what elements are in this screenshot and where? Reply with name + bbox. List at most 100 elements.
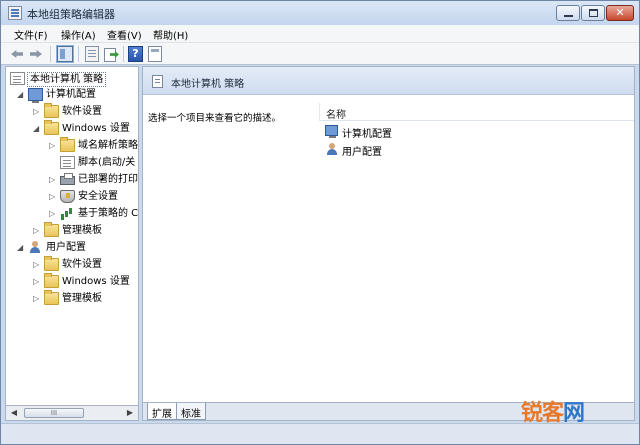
tree-item-label: 管理模板 <box>62 225 102 236</box>
tree-item-label: 已部署的打印 <box>78 174 138 185</box>
menu-action[interactable]: 操作(A) <box>61 27 96 42</box>
list-item-label: 用户配置 <box>342 147 382 158</box>
watermark-part2: 网 <box>563 401 585 426</box>
toolbar-separator <box>123 46 124 62</box>
tree-item-software-settings[interactable]: ▷ 软件设置 <box>6 103 138 120</box>
tree-item-windows-settings[interactable]: ◢ Windows 设置 <box>6 120 138 137</box>
tree-root[interactable]: 本地计算机 策略 <box>6 71 138 87</box>
folder-icon <box>44 120 59 135</box>
tree-item-scripts[interactable]: 脚本(启动/关 <box>6 155 138 171</box>
back-arrow-icon[interactable] <box>9 46 27 62</box>
maximize-button[interactable] <box>581 5 605 21</box>
tree-toggle[interactable]: ▷ <box>33 225 43 237</box>
tree-root-label: 本地计算机 策略 <box>27 72 107 87</box>
items-list[interactable]: 名称 计算机配置 用户配置 <box>319 103 634 402</box>
details-header-title: 本地计算机 策略 <box>171 79 245 90</box>
folder-icon <box>44 222 59 237</box>
tree-item-label: 域名解析策略 <box>78 140 138 151</box>
tree-toggle[interactable]: ▷ <box>49 191 59 203</box>
tree-toggle[interactable]: ▷ <box>33 276 43 288</box>
chart-icon <box>60 207 75 220</box>
toolbar-separator <box>50 46 51 62</box>
minimize-button[interactable] <box>556 5 580 21</box>
close-button[interactable]: ✕ <box>606 5 634 21</box>
column-header-name[interactable]: 名称 <box>319 103 634 121</box>
tree-item-user-windows-settings[interactable]: ▷ Windows 设置 <box>6 273 138 290</box>
show-hide-tree-icon[interactable] <box>56 45 74 63</box>
policy-doc-icon <box>152 75 163 88</box>
tree-item-security-settings[interactable]: ▷ 安全设置 <box>6 189 138 205</box>
tree-item-computer-config[interactable]: ◢ 计算机配置 <box>6 87 138 103</box>
tree-item-user-admin-templates[interactable]: ▷ 管理模板 <box>6 290 138 307</box>
toolbar: ? <box>1 43 639 65</box>
tree-item-deployed-printers[interactable]: ▷ 已部署的打印 <box>6 172 138 188</box>
shield-icon <box>60 190 75 203</box>
tree-item-dns-policy[interactable]: ▷ 域名解析策略 <box>6 137 138 154</box>
app-window: 本地组策略编辑器 ✕ 文件(F) 操作(A) 查看(V) 帮助(H) ? 本地计… <box>0 0 640 445</box>
list-item-user-config[interactable]: 用户配置 <box>323 142 523 158</box>
computer-icon <box>28 88 43 103</box>
export-list-icon[interactable] <box>103 46 119 62</box>
details-pane: 本地计算机 策略 选择一个项目来查看它的描述。 名称 计算机配置 用户配置 <box>142 66 635 403</box>
tree-item-label: 管理模板 <box>62 293 102 304</box>
tree-item-user-config[interactable]: ◢ 用户配置 <box>6 240 138 256</box>
scroll-right-icon[interactable]: ▶ <box>123 407 137 419</box>
menu-help[interactable]: 帮助(H) <box>153 27 188 42</box>
menu-file[interactable]: 文件(F) <box>14 27 48 42</box>
folder-icon <box>44 273 59 288</box>
details-header: 本地计算机 策略 <box>143 67 634 95</box>
app-icon <box>8 6 22 20</box>
tree-toggle[interactable]: ▷ <box>33 259 43 271</box>
description-text: 选择一个项目来查看它的描述。 <box>148 113 282 124</box>
tree-item-label: Windows 设置 <box>62 123 130 134</box>
tree-toggle[interactable]: ▷ <box>49 208 59 220</box>
forward-arrow-icon[interactable] <box>28 46 46 62</box>
tree-toggle[interactable]: ▷ <box>33 106 43 118</box>
folder-icon <box>44 256 59 271</box>
tree-item-label: Windows 设置 <box>62 276 130 287</box>
folder-icon <box>60 137 75 152</box>
properties-icon[interactable] <box>85 46 99 62</box>
window-title: 本地组策略编辑器 <box>27 8 115 21</box>
folder-icon <box>44 103 59 118</box>
tree-item-label: 基于策略的 C <box>78 208 139 219</box>
scroll-thumb[interactable]: III <box>24 408 84 418</box>
help-icon[interactable]: ? <box>128 46 143 62</box>
tab-extended[interactable]: 扩展 <box>147 403 177 420</box>
tree-item-label: 脚本(启动/关 <box>78 157 136 168</box>
scroll-left-icon[interactable]: ◀ <box>7 407 21 419</box>
tree-toggle[interactable]: ▷ <box>33 293 43 305</box>
tree-item-label: 软件设置 <box>62 106 102 117</box>
list-item-computer-config[interactable]: 计算机配置 <box>323 124 523 140</box>
policy-doc-icon <box>10 72 25 85</box>
column-header-label: 名称 <box>326 110 346 121</box>
filter-icon[interactable] <box>148 46 162 62</box>
user-icon <box>28 241 43 254</box>
tree-toggle[interactable]: ▷ <box>49 174 59 186</box>
tree-item-admin-templates[interactable]: ▷ 管理模板 <box>6 222 138 239</box>
tree-toggle[interactable]: ◢ <box>17 242 27 254</box>
script-icon <box>60 156 75 169</box>
close-icon: ✕ <box>615 6 625 19</box>
menu-view[interactable]: 查看(V) <box>107 27 142 42</box>
user-icon <box>325 143 338 155</box>
tree-toggle[interactable]: ◢ <box>17 89 27 101</box>
minimize-icon <box>564 15 573 17</box>
list-item-label: 计算机配置 <box>342 129 392 140</box>
watermark-part1: 锐客 <box>521 401 564 426</box>
tab-standard[interactable]: 标准 <box>176 403 206 420</box>
printer-icon <box>60 173 75 185</box>
tree-toggle[interactable]: ◢ <box>33 123 43 135</box>
toolbar-separator <box>78 46 79 62</box>
title-bar[interactable]: 本地组策略编辑器 ✕ <box>1 1 639 25</box>
tree-item-user-software-settings[interactable]: ▷ 软件设置 <box>6 256 138 273</box>
tree-toggle[interactable]: ▷ <box>49 140 59 152</box>
tree-item-policy-qos[interactable]: ▷ 基于策略的 C <box>6 206 139 222</box>
tree-horizontal-scrollbar[interactable]: ◀ III ▶ <box>5 405 139 421</box>
tree-pane[interactable]: 本地计算机 策略 ◢ 计算机配置 ▷ 软件设置 ◢ Windows 设置 ▷ 域… <box>5 66 139 421</box>
menu-bar: 文件(F) 操作(A) 查看(V) 帮助(H) <box>1 25 639 43</box>
watermark-logo: 锐客网 <box>521 395 585 427</box>
folder-icon <box>44 290 59 305</box>
computer-icon <box>325 125 338 138</box>
tree-item-label: 安全设置 <box>78 191 118 202</box>
